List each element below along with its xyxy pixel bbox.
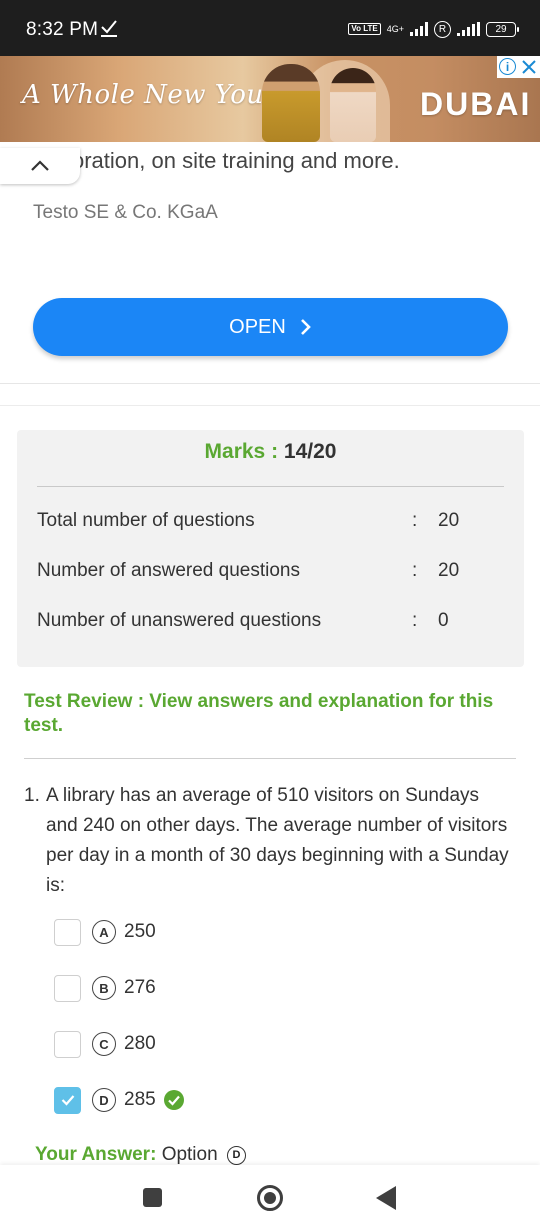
roaming-icon: R: [434, 20, 451, 38]
option-c[interactable]: C 280: [54, 1030, 156, 1058]
ad-tagline: A Whole New You: [22, 80, 264, 110]
stat-label: Number of unanswered questions: [37, 610, 322, 631]
stat-value: 0: [438, 610, 449, 631]
status-bar: 8:32 PM Vo LTE 4G+ R 29: [0, 0, 540, 56]
marks-summary: Marks : 14/20 Total number of questions …: [17, 430, 524, 667]
battery-icon: 29: [486, 21, 519, 37]
ad-banner[interactable]: A Whole New You DUBAI i: [0, 56, 540, 142]
download-complete-icon: [100, 18, 118, 38]
status-icons: Vo LTE 4G+ R 29: [348, 17, 519, 41]
ad-description: oration, on site training and more.: [72, 148, 400, 173]
ad-advertiser: Testo SE & Co. KGaA: [33, 202, 218, 223]
stat-row-answered: Number of answered questions : 20: [37, 560, 504, 584]
recents-icon[interactable]: [143, 1188, 162, 1207]
volte-icon: Vo LTE: [348, 23, 381, 35]
stat-label: Total number of questions: [37, 510, 255, 531]
option-value: 250: [124, 921, 156, 942]
divider: [37, 486, 504, 487]
result-card: Marks : 14/20 Total number of questions …: [0, 405, 540, 1230]
question-number: 1.: [24, 785, 40, 806]
option-checkbox[interactable]: [54, 1030, 81, 1058]
option-value: 280: [124, 1033, 156, 1054]
back-icon[interactable]: [376, 1186, 396, 1210]
home-icon[interactable]: [257, 1185, 283, 1211]
option-letter: A: [92, 920, 116, 944]
option-value: 285: [124, 1089, 156, 1110]
question: 1. A library has an average of 510 visit…: [24, 781, 514, 901]
your-answer-text: Option: [161, 1144, 218, 1165]
open-button-label: OPEN: [229, 315, 286, 338]
your-answer: Your Answer: Option D: [35, 1144, 246, 1166]
stat-value: 20: [438, 560, 460, 581]
stat-colon: :: [412, 610, 418, 631]
correct-answer-icon: [163, 1090, 184, 1110]
checkmark-icon: [61, 1095, 74, 1106]
signal-strength-2-icon: [457, 22, 480, 36]
option-value: 276: [124, 977, 156, 998]
chevron-right-icon: [300, 319, 311, 335]
divider: [24, 758, 516, 759]
ad-brand: DUBAI: [420, 86, 532, 122]
ad-person-image: [330, 68, 376, 142]
stat-colon: :: [412, 510, 418, 531]
option-b[interactable]: B 276: [54, 974, 156, 1002]
option-letter: C: [92, 1032, 116, 1056]
option-a[interactable]: A 250: [54, 918, 156, 946]
marks-label: Marks :: [204, 440, 279, 463]
test-review-link[interactable]: Test Review : View answers and explanati…: [24, 690, 504, 738]
ad-close-icon[interactable]: [518, 56, 540, 78]
stat-row-total: Total number of questions : 20: [37, 510, 504, 534]
open-button[interactable]: OPEN: [33, 298, 508, 356]
question-text: A library has an average of 510 visitors…: [46, 785, 509, 896]
option-letter: D: [92, 1088, 116, 1112]
ad-info-icon[interactable]: i: [499, 58, 516, 75]
your-answer-letter: D: [226, 1145, 246, 1165]
option-checkbox[interactable]: [54, 974, 81, 1002]
stat-row-unanswered: Number of unanswered questions : 0: [37, 610, 504, 634]
native-ad-card[interactable]: oration, on site training and more. Test…: [0, 142, 540, 384]
navigation-bar: [0, 1165, 540, 1230]
status-time: 8:32 PM: [26, 19, 99, 40]
network-type: 4G+: [386, 23, 404, 34]
signal-strength-icon: [410, 22, 428, 36]
option-checkbox[interactable]: [54, 918, 81, 946]
chevron-up-icon: [31, 160, 49, 171]
collapse-ad-button[interactable]: [0, 148, 80, 184]
your-answer-label: Your Answer:: [35, 1144, 157, 1165]
marks-line: Marks : 14/20: [17, 440, 524, 464]
option-letter: B: [92, 976, 116, 1000]
ad-person-image: [262, 64, 320, 142]
option-d[interactable]: D 285: [54, 1086, 184, 1114]
option-checkbox-checked[interactable]: [54, 1086, 81, 1114]
ad-choices[interactable]: i: [497, 56, 540, 78]
stat-value: 20: [438, 510, 460, 531]
marks-value: 14/20: [283, 440, 337, 463]
stat-label: Number of answered questions: [37, 560, 300, 581]
stat-colon: :: [412, 560, 418, 581]
